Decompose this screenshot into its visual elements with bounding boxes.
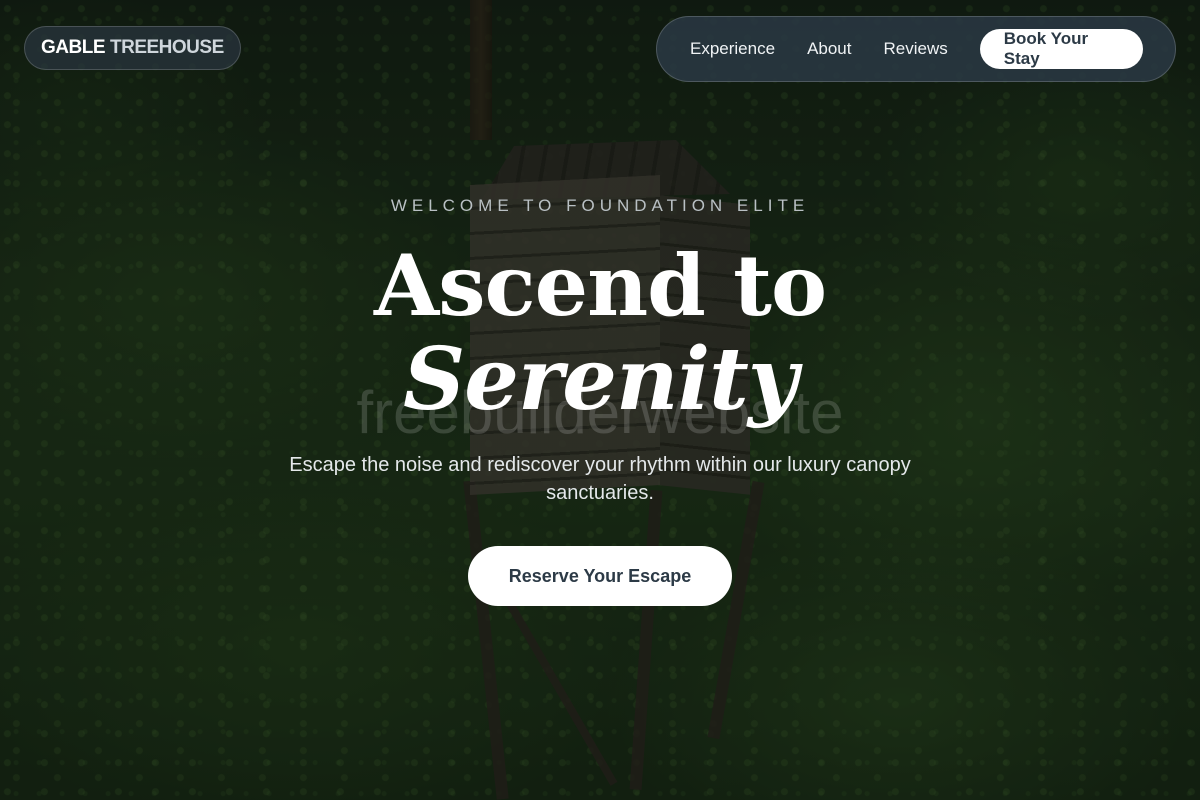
- reserve-escape-button[interactable]: Reserve Your Escape: [468, 546, 732, 606]
- hero-section: GABLE TREEHOUSE Experience About Reviews…: [0, 0, 1200, 800]
- main-nav: Experience About Reviews Book Your Stay: [656, 16, 1176, 82]
- brand-secondary: TREEHOUSE: [110, 37, 224, 58]
- book-your-stay-button[interactable]: Book Your Stay: [979, 29, 1143, 69]
- headline-line-1: Ascend to: [374, 236, 827, 335]
- brand-primary: GABLE: [41, 37, 106, 58]
- hero-subtitle: Escape the noise and rediscover your rhy…: [289, 454, 911, 504]
- hero-eyebrow: WELCOME TO FOUNDATION ELITE: [390, 196, 810, 215]
- nav-link-experience[interactable]: Experience: [690, 39, 775, 59]
- nav-link-reviews[interactable]: Reviews: [884, 39, 948, 59]
- nav-link-about[interactable]: About: [807, 39, 851, 59]
- brand-logo[interactable]: GABLE TREEHOUSE: [24, 26, 241, 70]
- headline-line-2: Serenity: [403, 329, 798, 430]
